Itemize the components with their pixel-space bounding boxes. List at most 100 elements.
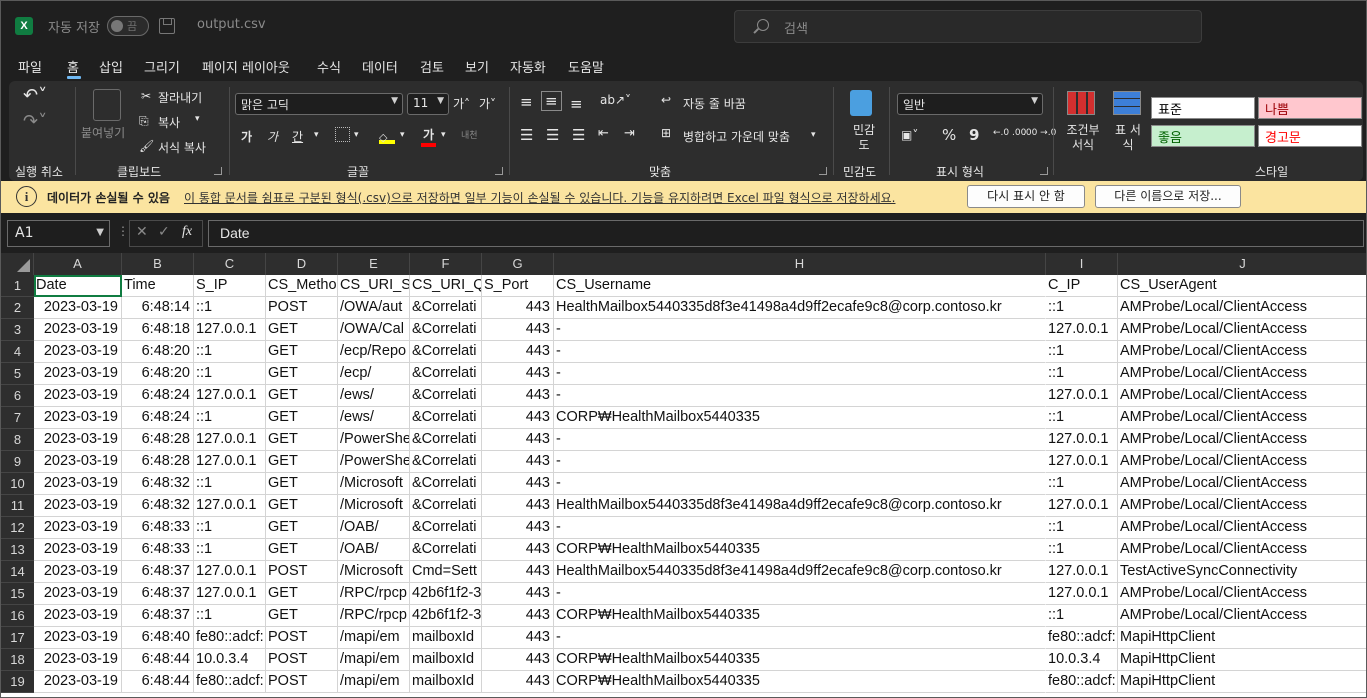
- row-header[interactable]: 6: [1, 385, 34, 407]
- cell[interactable]: 443: [482, 319, 554, 341]
- search-box[interactable]: 검색: [734, 10, 1202, 43]
- style-normal[interactable]: 표준: [1151, 97, 1255, 119]
- cell[interactable]: &Correlati: [410, 495, 482, 517]
- cell[interactable]: mailboxId: [410, 649, 482, 671]
- chevron-down-icon[interactable]: ▾: [811, 130, 816, 140]
- cell[interactable]: 6:48:28: [122, 451, 194, 473]
- paste-icon[interactable]: [93, 89, 121, 121]
- row-header[interactable]: 18: [1, 649, 34, 671]
- cell[interactable]: 2023-03-19: [34, 297, 122, 319]
- cell[interactable]: &Correlati: [410, 407, 482, 429]
- cell[interactable]: ::1: [1046, 407, 1118, 429]
- cell[interactable]: 2023-03-19: [34, 649, 122, 671]
- cell[interactable]: S_Port: [482, 275, 554, 297]
- cell[interactable]: /OAB/: [338, 539, 410, 561]
- cell[interactable]: Time: [122, 275, 194, 297]
- cell[interactable]: CORP₩HealthMailbox5440335: [554, 539, 1046, 561]
- cell[interactable]: /mapi/em: [338, 649, 410, 671]
- cell[interactable]: 443: [482, 539, 554, 561]
- cell[interactable]: mailboxId: [410, 627, 482, 649]
- cell[interactable]: 443: [482, 385, 554, 407]
- cell[interactable]: 443: [482, 451, 554, 473]
- conditional-formatting-icon[interactable]: [1067, 91, 1095, 115]
- cell[interactable]: 443: [482, 671, 554, 693]
- cell[interactable]: AMProbe/Local/ClientAccess: [1118, 341, 1366, 363]
- cell[interactable]: &Correlati: [410, 451, 482, 473]
- cell[interactable]: &Correlati: [410, 341, 482, 363]
- cell[interactable]: 443: [482, 473, 554, 495]
- column-header[interactable]: H: [554, 253, 1046, 275]
- cell[interactable]: CS_Metho: [266, 275, 338, 297]
- cell[interactable]: -: [554, 341, 1046, 363]
- cell[interactable]: 6:48:14: [122, 297, 194, 319]
- row-header[interactable]: 1: [1, 275, 34, 297]
- cell[interactable]: CS_Username: [554, 275, 1046, 297]
- menu-draw[interactable]: 그리기: [144, 57, 180, 76]
- cell[interactable]: fe80::adcf:: [1046, 627, 1118, 649]
- align-right-icon[interactable]: ☰: [572, 126, 585, 144]
- formula-input[interactable]: Date: [208, 220, 1364, 247]
- cell[interactable]: ::1: [194, 539, 266, 561]
- cell[interactable]: -: [554, 451, 1046, 473]
- cell[interactable]: GET: [266, 341, 338, 363]
- cell[interactable]: ::1: [1046, 341, 1118, 363]
- cell[interactable]: ::1: [194, 341, 266, 363]
- column-header[interactable]: J: [1118, 253, 1366, 275]
- cell[interactable]: /ecp/: [338, 363, 410, 385]
- cell[interactable]: 2023-03-19: [34, 539, 122, 561]
- menu-formulas[interactable]: 수식: [317, 57, 341, 76]
- format-as-table-icon[interactable]: [1113, 91, 1141, 115]
- menu-data[interactable]: 데이터: [362, 57, 398, 76]
- cell[interactable]: 2023-03-19: [34, 671, 122, 693]
- cell[interactable]: 2023-03-19: [34, 495, 122, 517]
- cell[interactable]: 127.0.0.1: [1046, 429, 1118, 451]
- cell[interactable]: AMProbe/Local/ClientAccess: [1118, 583, 1366, 605]
- cell[interactable]: 127.0.0.1: [1046, 583, 1118, 605]
- cell[interactable]: 127.0.0.1: [1046, 451, 1118, 473]
- cell[interactable]: GET: [266, 495, 338, 517]
- wrap-text-button[interactable]: 자동 줄 바꿈: [683, 95, 746, 112]
- cell[interactable]: 2023-03-19: [34, 385, 122, 407]
- cell[interactable]: /PowerShe: [338, 429, 410, 451]
- comma-button[interactable]: 9: [969, 126, 979, 144]
- italic-button[interactable]: 가: [267, 128, 278, 145]
- row-header[interactable]: 16: [1, 605, 34, 627]
- menu-insert[interactable]: 삽입: [99, 57, 123, 76]
- cell[interactable]: GET: [266, 429, 338, 451]
- chevron-down-icon[interactable]: ▾: [441, 130, 446, 140]
- cell[interactable]: GET: [266, 583, 338, 605]
- decrease-indent-icon[interactable]: ⇤: [598, 126, 609, 141]
- column-header[interactable]: D: [266, 253, 338, 275]
- cell[interactable]: &Correlati: [410, 385, 482, 407]
- select-all-corner[interactable]: [1, 253, 34, 275]
- column-header[interactable]: E: [338, 253, 410, 275]
- cell[interactable]: 127.0.0.1: [194, 561, 266, 583]
- cell[interactable]: 6:48:32: [122, 473, 194, 495]
- menu-view[interactable]: 보기: [465, 57, 489, 76]
- cell[interactable]: 6:48:20: [122, 363, 194, 385]
- chevron-down-icon[interactable]: ▾: [195, 114, 200, 124]
- worksheet-grid[interactable]: ABCDEFGHIJ 1 Date Time S_IP CS_Metho CS_URI_S…: [1, 253, 1366, 697]
- row-header[interactable]: 8: [1, 429, 34, 451]
- cell[interactable]: GET: [266, 539, 338, 561]
- cell[interactable]: GET: [266, 385, 338, 407]
- cell[interactable]: fe80::adcf:: [194, 671, 266, 693]
- save-icon[interactable]: [159, 18, 175, 34]
- row-header[interactable]: 7: [1, 407, 34, 429]
- cell[interactable]: &Correlati: [410, 297, 482, 319]
- align-bottom-icon[interactable]: ≡: [570, 95, 583, 113]
- name-box[interactable]: A1 ▼: [7, 220, 110, 247]
- cell[interactable]: 10.0.3.4: [1046, 649, 1118, 671]
- chevron-down-icon[interactable]: ▾: [354, 130, 359, 140]
- cell[interactable]: /OWA/Cal: [338, 319, 410, 341]
- cell[interactable]: Cmd=Sett: [410, 561, 482, 583]
- cell[interactable]: /OAB/: [338, 517, 410, 539]
- cell[interactable]: 6:48:20: [122, 341, 194, 363]
- cell[interactable]: -: [554, 517, 1046, 539]
- align-top-icon[interactable]: ≡: [520, 93, 533, 111]
- grow-font-button[interactable]: 가˄: [453, 95, 470, 112]
- cell[interactable]: TestActiveSyncConnectivity: [1118, 561, 1366, 583]
- cell[interactable]: /mapi/em: [338, 671, 410, 693]
- cell[interactable]: 2023-03-19: [34, 451, 122, 473]
- cell[interactable]: -: [554, 583, 1046, 605]
